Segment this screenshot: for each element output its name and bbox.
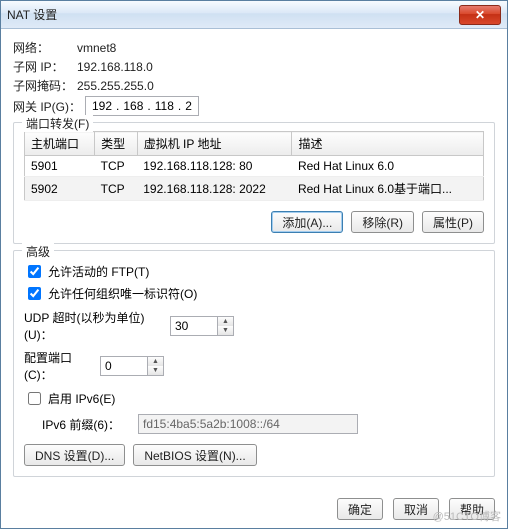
subnet-ip-value: 192.168.118.0 [77, 60, 153, 74]
netbios-settings-button[interactable]: NetBIOS 设置(N)... [133, 444, 256, 466]
col-desc[interactable]: 描述 [292, 132, 484, 156]
enable-ipv6-checkbox[interactable] [28, 392, 41, 405]
subnet-mask-value: 255.255.255.0 [77, 79, 154, 93]
spinner-down-icon[interactable]: ▼ [218, 326, 233, 335]
udp-timeout-spinner[interactable]: ▲ ▼ [170, 316, 234, 336]
gateway-octet-3[interactable]: 118 [153, 99, 176, 113]
port-forward-group-title: 端口转发(F) [22, 115, 93, 132]
dialog-footer: 确定 取消 帮助 [337, 498, 495, 520]
gateway-label: 网关 IP(G)： [13, 98, 85, 115]
properties-button[interactable]: 属性(P) [422, 211, 484, 233]
cancel-button[interactable]: 取消 [393, 498, 439, 520]
enable-ipv6-label: 启用 IPv6(E) [48, 390, 115, 407]
add-button[interactable]: 添加(A)... [271, 211, 343, 233]
col-host-port[interactable]: 主机端口 [25, 132, 95, 156]
remove-button[interactable]: 移除(R) [351, 211, 414, 233]
dns-settings-button[interactable]: DNS 设置(D)... [24, 444, 125, 466]
gateway-octet-4[interactable]: 2 [183, 99, 194, 113]
port-forward-group: 端口转发(F) 主机端口 类型 虚拟机 IP 地址 描述 5901 TCP 19… [13, 122, 495, 244]
ok-button[interactable]: 确定 [337, 498, 383, 520]
subnet-ip-label: 子网 IP： [13, 58, 77, 75]
table-row[interactable]: 5902 TCP 192.168.118.128: 2022 Red Hat L… [25, 177, 484, 201]
allow-org-label: 允许任何组织唯一标识符(O) [48, 285, 197, 302]
config-port-input[interactable] [100, 356, 148, 376]
spinner-up-icon[interactable]: ▲ [148, 357, 163, 366]
advanced-group-title: 高级 [22, 243, 54, 260]
gateway-ip-input[interactable]: 192. 168. 118. 2 [85, 96, 199, 116]
table-row[interactable]: 5901 TCP 192.168.118.128: 80 Red Hat Lin… [25, 156, 484, 177]
ipv6-prefix-input [138, 414, 358, 434]
window-title: NAT 设置 [7, 6, 459, 23]
port-forward-table[interactable]: 主机端口 类型 虚拟机 IP 地址 描述 5901 TCP 192.168.11… [24, 131, 484, 201]
gateway-octet-1[interactable]: 192 [90, 99, 114, 113]
network-value: vmnet8 [77, 41, 116, 55]
close-button[interactable]: ✕ [459, 5, 501, 25]
gateway-octet-2[interactable]: 168 [121, 99, 145, 113]
subnet-mask-label: 子网掩码： [13, 77, 77, 94]
udp-timeout-label: UDP 超时(以秒为单位)(U)： [24, 309, 164, 343]
titlebar: NAT 设置 ✕ [1, 1, 507, 29]
allow-ftp-label: 允许活动的 FTP(T) [48, 263, 149, 280]
close-icon: ✕ [475, 8, 485, 22]
ipv6-prefix-label: IPv6 前缀(6)： [42, 416, 132, 433]
help-button[interactable]: 帮助 [449, 498, 495, 520]
nat-settings-dialog: NAT 设置 ✕ 网络： vmnet8 子网 IP： 192.168.118.0… [0, 0, 508, 529]
allow-ftp-checkbox[interactable] [28, 265, 41, 278]
allow-org-checkbox[interactable] [28, 287, 41, 300]
spinner-down-icon[interactable]: ▼ [148, 366, 163, 375]
config-port-spinner[interactable]: ▲ ▼ [100, 356, 164, 376]
col-vm-ip[interactable]: 虚拟机 IP 地址 [137, 132, 292, 156]
network-label: 网络： [13, 39, 77, 56]
advanced-group: 高级 允许活动的 FTP(T) 允许任何组织唯一标识符(O) UDP 超时(以秒… [13, 250, 495, 477]
spinner-up-icon[interactable]: ▲ [218, 317, 233, 326]
col-type[interactable]: 类型 [95, 132, 138, 156]
udp-timeout-input[interactable] [170, 316, 218, 336]
config-port-label: 配置端口(C)： [24, 349, 94, 383]
